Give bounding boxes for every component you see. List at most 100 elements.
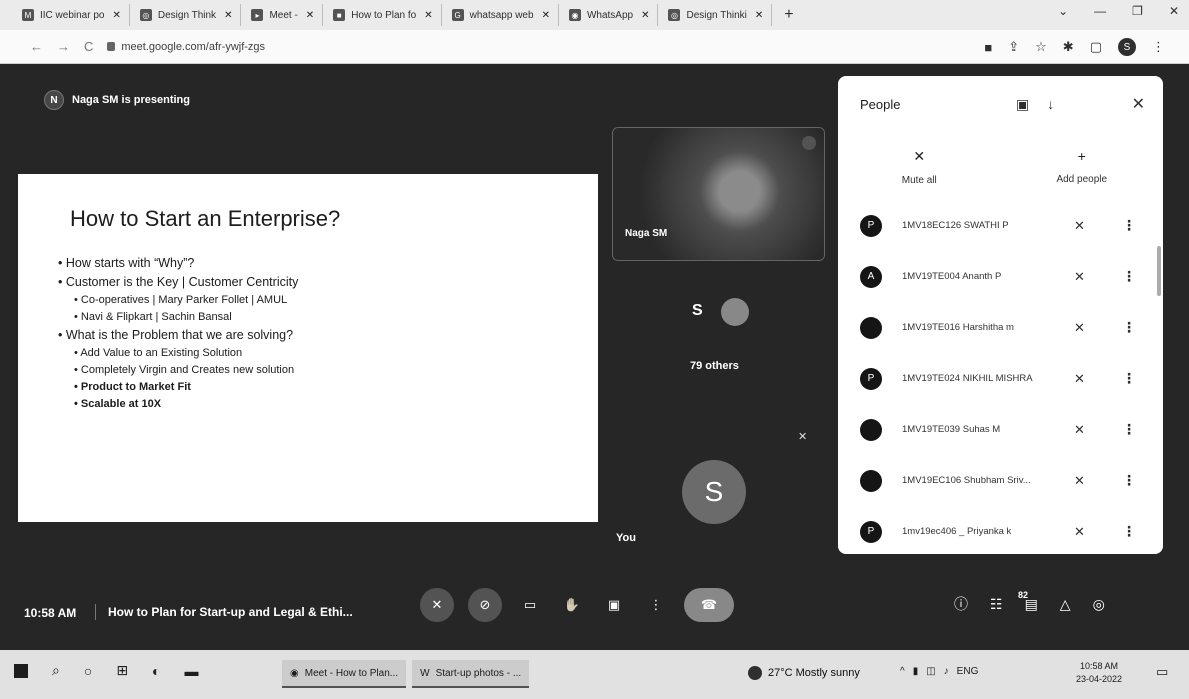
menu-icon[interactable]: ⋮ — [1152, 39, 1165, 55]
mic-toggle-button[interactable]: ✕ — [420, 588, 454, 622]
presenter-video-tile[interactable]: Naga SM — [612, 127, 825, 261]
close-icon[interactable]: ✕ — [641, 10, 649, 21]
more-options-icon[interactable]: ⋮ — [1122, 319, 1136, 336]
chevron-up-icon[interactable]: ^ — [900, 666, 905, 677]
more-options-icon[interactable]: ⋮ — [1122, 523, 1136, 540]
host-controls-icon[interactable]: ◎ — [1093, 596, 1105, 613]
more-options-button[interactable]: ⋮ — [642, 588, 670, 622]
close-icon[interactable]: ✕ — [306, 10, 314, 21]
chat-icon[interactable]: ▤ — [1025, 596, 1038, 613]
battery-icon[interactable]: ▮ — [913, 666, 919, 677]
participant-row[interactable]: 1MV19TE039 Suhas M ✕ ⋮ — [838, 404, 1163, 455]
camera-toggle-button[interactable]: ⊘ — [468, 588, 502, 622]
others-tile[interactable]: S 79 others — [612, 280, 825, 380]
leave-call-button[interactable]: ☎ — [684, 588, 734, 622]
close-icon[interactable]: ✕ — [755, 10, 763, 21]
sidebar-icon[interactable]: ▢ — [1090, 39, 1102, 55]
tab-how-to-plan[interactable]: ■ How to Plan fo ✕ — [325, 4, 442, 26]
windows-start-icon[interactable] — [14, 663, 28, 678]
tab-whatsapp-web[interactable]: G whatsapp web ✕ — [444, 4, 559, 26]
mic-off-icon[interactable]: ✕ — [1074, 422, 1085, 438]
new-tab-button[interactable]: + — [774, 6, 803, 24]
camera-icon[interactable]: ■ — [984, 40, 992, 55]
url-field[interactable]: meet.google.com/afr-ywjf-zgs — [107, 41, 265, 53]
participant-row[interactable]: P 1MV19TE024 NIKHIL MISHRA ✕ ⋮ — [838, 353, 1163, 404]
tab-meet[interactable]: ▸ Meet - ✕ — [243, 4, 324, 26]
mic-off-icon[interactable]: ✕ — [1074, 218, 1085, 234]
hand-icon: ✋ — [563, 597, 581, 612]
presenter-banner: N Naga SM is presenting — [44, 90, 190, 110]
more-options-icon: ⋮ — [649, 597, 663, 612]
minimize-icon[interactable]: — — [1094, 4, 1106, 18]
avatar — [721, 298, 749, 326]
back-icon[interactable]: ← — [30, 39, 43, 54]
more-options-icon[interactable]: ⋮ — [1122, 472, 1136, 489]
close-icon[interactable]: ✕ — [542, 10, 550, 21]
share-icon[interactable]: ⇪ — [1008, 39, 1019, 55]
close-icon[interactable]: ✕ — [1169, 4, 1179, 18]
extensions-icon[interactable]: ✱ — [1063, 39, 1074, 55]
mic-off-icon[interactable]: ✕ — [1074, 269, 1085, 285]
volume-icon[interactable]: ♪ — [944, 666, 949, 677]
cortana-icon[interactable]: ○ — [84, 663, 92, 679]
file-explorer-icon[interactable]: ▬ — [185, 663, 199, 679]
chevron-down-icon[interactable]: ⌄ — [1058, 4, 1068, 18]
taskbar-clock[interactable]: 10:58 AM 23-04-2022 — [1076, 660, 1122, 686]
tab-design-thinking[interactable]: ◎ Design Think ✕ — [132, 4, 242, 26]
add-people-button[interactable]: + Add people — [1001, 148, 1164, 198]
star-icon[interactable]: ☆ — [1035, 39, 1047, 55]
scrollbar[interactable] — [1157, 246, 1161, 296]
participant-row[interactable]: P 1mv19ec406 _ Priyanka k ✕ ⋮ — [838, 506, 1163, 554]
participant-row[interactable]: A 1MV19TE004 Ananth P ✕ ⋮ — [838, 251, 1163, 302]
network-icon[interactable]: ◫ — [926, 666, 935, 677]
language-indicator[interactable]: ENG — [957, 666, 979, 677]
people-icon[interactable]: ☷ — [990, 596, 1003, 613]
reload-icon[interactable]: C — [84, 39, 93, 54]
mic-off-icon[interactable]: ✕ — [1074, 371, 1085, 387]
tab-iic-webinar[interactable]: M IIC webinar po ✕ — [14, 4, 130, 26]
more-options-icon[interactable]: ⋮ — [1122, 370, 1136, 387]
avatar: S — [692, 302, 703, 319]
tab-whatsapp[interactable]: ◉ WhatsApp ✕ — [561, 4, 659, 26]
participant-name: 1MV19TE016 Harshitha m — [902, 322, 1014, 333]
mic-off-icon[interactable]: ✕ — [1074, 473, 1085, 489]
taskbar-app-chrome[interactable]: ◉ Meet - How to Plan... — [282, 660, 407, 688]
raise-hand-button[interactable]: ✋ — [558, 588, 586, 622]
mic-off-icon[interactable]: ✕ — [1074, 524, 1085, 540]
present-button[interactable]: ▣ — [600, 588, 628, 622]
chrome-icon: ◉ — [290, 667, 299, 679]
forward-icon[interactable]: → — [57, 39, 70, 54]
more-options-icon[interactable]: ⋮ — [1122, 268, 1136, 285]
browser-toolbar-icons: ■ ⇪ ☆ ✱ ▢ S ⋮ — [984, 38, 1165, 56]
clipboard-icon[interactable]: ▣ — [1016, 96, 1029, 113]
participant-row[interactable]: 1MV19TE016 Harshitha m ✕ ⋮ — [838, 302, 1163, 353]
slide-sub-bullet: Navi & Flipkart | Sachin Bansal — [74, 311, 598, 323]
participant-row[interactable]: 1MV19EC106 Shubham Sriv... ✕ ⋮ — [838, 455, 1163, 506]
info-icon[interactable]: ⓘ — [954, 594, 968, 614]
close-icon[interactable]: ✕ — [224, 10, 232, 21]
close-icon[interactable]: ✕ — [112, 10, 120, 21]
notification-icon[interactable]: ▭ — [1156, 664, 1168, 680]
close-icon[interactable]: ✕ — [1132, 94, 1145, 114]
more-options-icon[interactable]: ⋮ — [1122, 421, 1136, 438]
avatar: A — [860, 265, 882, 288]
slide-sub-bullet: Completely Virgin and Creates new soluti… — [74, 364, 598, 376]
self-tile[interactable]: S You — [612, 460, 825, 550]
more-options-icon[interactable]: ⋮ — [1122, 217, 1136, 234]
search-icon[interactable]: ⌕ — [52, 662, 60, 679]
profile-avatar[interactable]: S — [1118, 38, 1136, 56]
edge-icon[interactable]: ◐ — [152, 663, 160, 679]
download-icon[interactable]: ↓ — [1047, 96, 1054, 113]
mic-off-icon[interactable]: ✕ — [1074, 320, 1085, 336]
participant-row[interactable]: P 1MV18EC126 SWATHI P ✕ ⋮ — [838, 200, 1163, 251]
restore-icon[interactable]: ❐ — [1132, 4, 1143, 18]
tab-design-thinking-2[interactable]: ◎ Design Thinki ✕ — [660, 4, 773, 26]
captions-button[interactable]: ▭ — [516, 588, 544, 622]
activities-icon[interactable]: △ — [1060, 596, 1071, 613]
avatar — [860, 418, 882, 441]
taskbar-app-word[interactable]: W Start-up photos - ... — [412, 660, 530, 688]
weather-widget[interactable]: 27°C Mostly sunny — [748, 666, 860, 680]
task-view-icon[interactable]: ⊞ — [116, 662, 128, 679]
close-icon[interactable]: ✕ — [424, 10, 432, 21]
mute-all-button[interactable]: ✕ Mute all — [838, 148, 1001, 198]
